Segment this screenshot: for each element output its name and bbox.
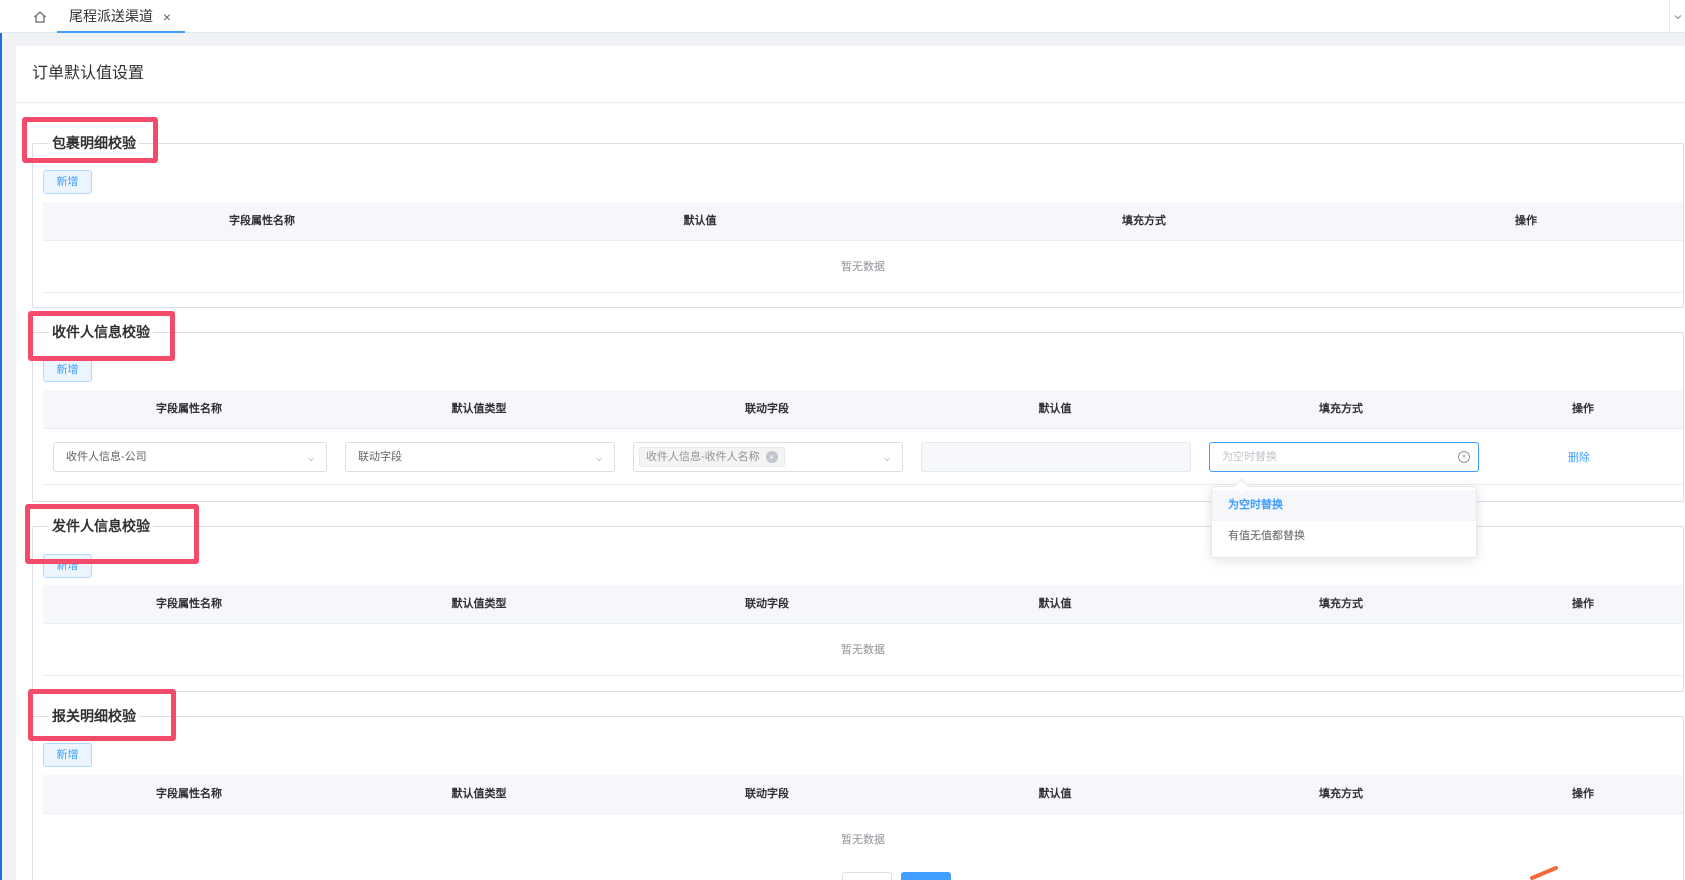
empty-state: 暂无数据 [43,241,1683,293]
fill-method-dropdown: 为空时替换 有值无值都替换 [1211,486,1477,558]
value-type-select[interactable]: 联动字段 ⌄ [345,442,615,472]
title-divider [16,102,1685,103]
column-header: 字段属性名称 [156,788,222,800]
column-header: 默认值类型 [451,598,507,610]
tab-last-mile-channel[interactable]: 尾程派送渠道 × [57,0,185,33]
section-legend: 收件人信息校验 [49,322,153,342]
column-header: 填充方式 [1319,598,1363,610]
column-header: 字段属性名称 [229,215,295,227]
column-header: 填充方式 [1319,403,1363,415]
empty-state: 暂无数据 [43,624,1683,676]
column-header: 联动字段 [745,598,789,610]
fill-method-select[interactable]: 为空时替换 × [1209,442,1479,472]
tab-bar: 尾程派送渠道 × [0,0,1685,33]
select-value: 收件人信息-公司 [66,451,147,463]
table-header: 字段属性名称 默认值类型 联动字段 默认值 填充方式 操作 [43,775,1683,814]
home-icon [33,10,46,23]
add-button[interactable]: 新增 [43,170,92,194]
cursor-mark-icon [1530,866,1558,880]
column-header: 操作 [1572,788,1594,800]
column-header: 填充方式 [1122,215,1166,227]
tag-close-icon[interactable]: × [765,451,778,464]
add-button[interactable]: 新增 [43,358,92,382]
column-header: 联动字段 [745,788,789,800]
section-legend: 包裹明细校验 [49,133,139,153]
section-customs: 报关明细校验 新增 字段属性名称 默认值类型 联动字段 默认值 填充方式 操作 … [32,706,1684,880]
column-header: 默认值 [1038,598,1072,610]
column-header: 操作 [1572,598,1594,610]
linked-field-select[interactable]: 收件人信息-收件人名称 × ⌄ [633,442,903,472]
column-header: 联动字段 [745,403,789,415]
dropdown-option[interactable]: 为空时替换 [1212,490,1476,521]
select-placeholder: 为空时替换 [1222,451,1277,463]
column-header: 默认值 [1038,403,1072,415]
clear-icon[interactable]: × [1458,451,1470,463]
section-parcel: 包裹明细校验 新增 字段属性名称 默认值 填充方式 操作 暂无数据 [32,133,1684,308]
add-button[interactable]: 新增 [43,743,92,767]
table-header: 字段属性名称 默认值 填充方式 操作 [43,202,1683,241]
section-receiver: 收件人信息校验 新增 字段属性名称 默认值类型 联动字段 默认值 填充方式 操作… [32,322,1684,502]
tab-scroll-down-icon[interactable] [1669,0,1685,33]
empty-state: 暂无数据 [841,834,885,846]
section-legend: 报关明细校验 [49,706,139,726]
column-header: 默认值 [683,215,717,227]
tab-close-icon[interactable]: × [163,9,171,25]
column-header: 默认值 [1038,788,1072,800]
section-legend: 发件人信息校验 [49,516,153,536]
field-name-select[interactable]: 收件人信息-公司 ⌄ [53,442,327,472]
column-header: 字段属性名称 [156,403,222,415]
page-title: 订单默认值设置 [32,65,145,82]
home-tab[interactable] [23,0,56,33]
dropdown-option[interactable]: 有值无值都替换 [1212,521,1476,552]
chevron-down-icon: ⌄ [881,450,892,464]
default-value-input[interactable] [921,442,1191,472]
table-row: 收件人信息-公司 ⌄ 联动字段 ⌄ 收件人信息-收件人名称 × ⌄ 为空时替换 ×… [43,429,1683,485]
column-header: 默认值类型 [451,788,507,800]
main-panel: 订单默认值设置 包裹明细校验 新增 字段属性名称 默认值 填充方式 操作 暂无数… [16,46,1685,880]
select-value: 联动字段 [358,451,402,463]
column-header: 操作 [1572,403,1594,415]
sidebar-edge [0,33,2,880]
column-header: 默认值类型 [451,403,507,415]
table-header: 字段属性名称 默认值类型 联动字段 默认值 填充方式 操作 [43,585,1683,624]
table-header: 字段属性名称 默认值类型 联动字段 默认值 填充方式 操作 [43,390,1683,429]
tab-label: 尾程派送渠道 [69,7,153,24]
confirm-button[interactable] [901,872,951,880]
column-header: 操作 [1515,215,1537,227]
column-header: 填充方式 [1319,788,1363,800]
cancel-button[interactable] [842,872,892,880]
column-header: 字段属性名称 [156,598,222,610]
tag-label: 收件人信息-收件人名称 [646,451,760,463]
selected-tag: 收件人信息-收件人名称 × [639,447,785,467]
chevron-down-icon: ⌄ [593,450,604,464]
delete-link[interactable]: 删除 [1568,449,1590,465]
chevron-down-icon: ⌄ [305,450,316,464]
add-button[interactable]: 新增 [43,554,92,578]
